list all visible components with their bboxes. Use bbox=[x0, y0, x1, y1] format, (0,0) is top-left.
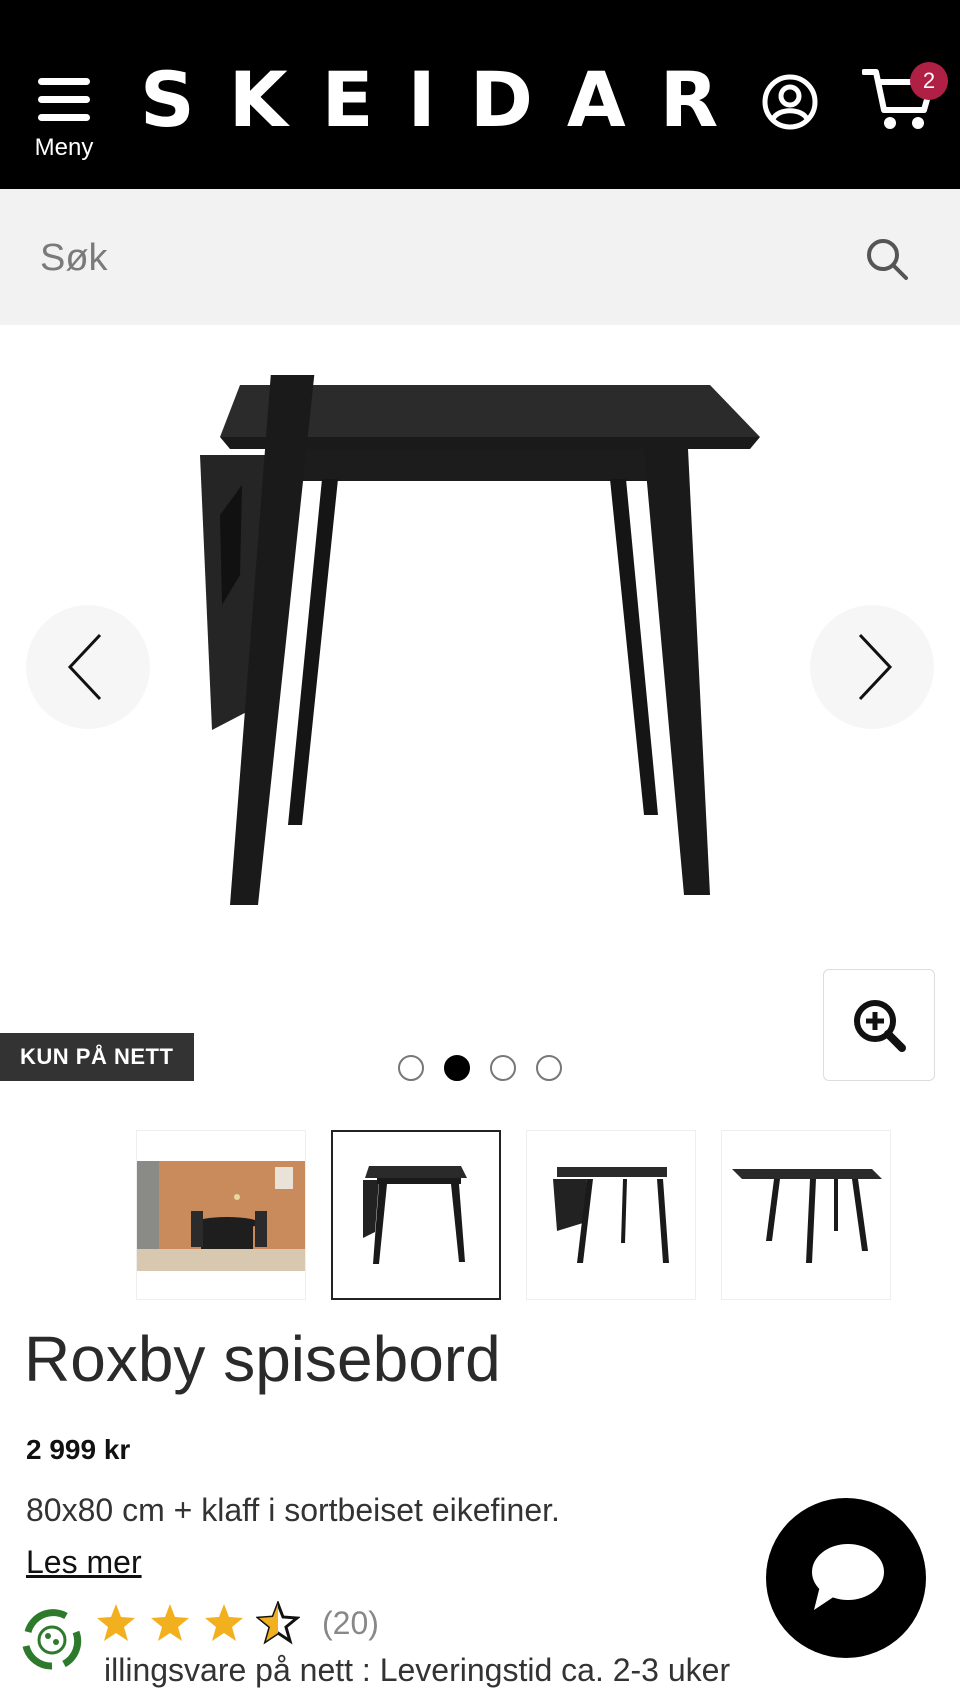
zoom-button[interactable] bbox=[823, 969, 935, 1081]
user-icon bbox=[762, 74, 818, 130]
skeidar-logo[interactable]: SKEIDAR bbox=[140, 60, 718, 140]
site-header: Meny SKEIDAR 2 bbox=[0, 0, 960, 189]
chevron-right-icon bbox=[858, 633, 893, 701]
read-more-link[interactable]: Les mer bbox=[26, 1544, 142, 1581]
chat-bubble-icon bbox=[812, 1544, 884, 1610]
gallery-dot-active[interactable] bbox=[444, 1055, 470, 1081]
next-image-button[interactable] bbox=[810, 605, 934, 729]
gallery-dots bbox=[398, 1055, 562, 1083]
thumbnail-table-angle[interactable] bbox=[526, 1130, 696, 1300]
search-button[interactable] bbox=[864, 236, 910, 282]
delivery-info: illingsvare på nett : Leveringstid ca. 2… bbox=[104, 1652, 731, 1688]
chat-button[interactable] bbox=[766, 1498, 926, 1658]
menu-icon bbox=[38, 78, 90, 85]
menu-button[interactable]: Meny bbox=[24, 72, 104, 168]
menu-icon-bar bbox=[38, 114, 90, 121]
thumbnail-image bbox=[732, 1169, 882, 1263]
thumbnail-image bbox=[553, 1167, 669, 1263]
product-title: Roxby spisebord bbox=[24, 1323, 501, 1395]
online-only-badge: KUN PÅ NETT bbox=[0, 1033, 194, 1081]
product-image[interactable] bbox=[190, 375, 770, 955]
product-description: 80x80 cm + klaff i sortbeiset eikefiner. bbox=[26, 1492, 560, 1528]
previous-image-button[interactable] bbox=[26, 605, 150, 729]
sustainability-icon[interactable] bbox=[14, 1602, 90, 1678]
search-icon bbox=[867, 239, 908, 280]
product-gallery: KUN PÅ NETT bbox=[0, 325, 960, 1085]
menu-label: Meny bbox=[34, 134, 94, 161]
thumbnail-room-scene[interactable] bbox=[136, 1130, 306, 1300]
star-icon bbox=[97, 1604, 135, 1641]
recycle-icon bbox=[16, 1604, 88, 1676]
star-icon bbox=[151, 1604, 189, 1641]
account-button[interactable] bbox=[760, 72, 820, 132]
rating-count: (20) bbox=[322, 1604, 379, 1641]
gallery-dot[interactable] bbox=[490, 1055, 516, 1081]
star-icon bbox=[205, 1604, 243, 1641]
menu-icon-bar bbox=[38, 96, 90, 103]
gallery-dot[interactable] bbox=[398, 1055, 424, 1081]
cart-count-badge: 2 bbox=[910, 62, 948, 100]
product-price: 2 999 kr bbox=[26, 1434, 131, 1465]
star-half-icon bbox=[256, 1601, 300, 1645]
chevron-left-icon bbox=[67, 633, 102, 701]
search-input[interactable] bbox=[40, 223, 820, 293]
gallery-dot[interactable] bbox=[536, 1055, 562, 1081]
zoom-in-icon bbox=[854, 1000, 906, 1052]
search-bar bbox=[0, 189, 960, 325]
product-rating[interactable]: (20) bbox=[94, 1600, 379, 1646]
thumbnail-image bbox=[363, 1166, 467, 1264]
thumbnail-table-extended[interactable] bbox=[721, 1130, 891, 1300]
thumbnail-image bbox=[137, 1161, 305, 1271]
thumbnail-table-folded[interactable] bbox=[331, 1130, 501, 1300]
